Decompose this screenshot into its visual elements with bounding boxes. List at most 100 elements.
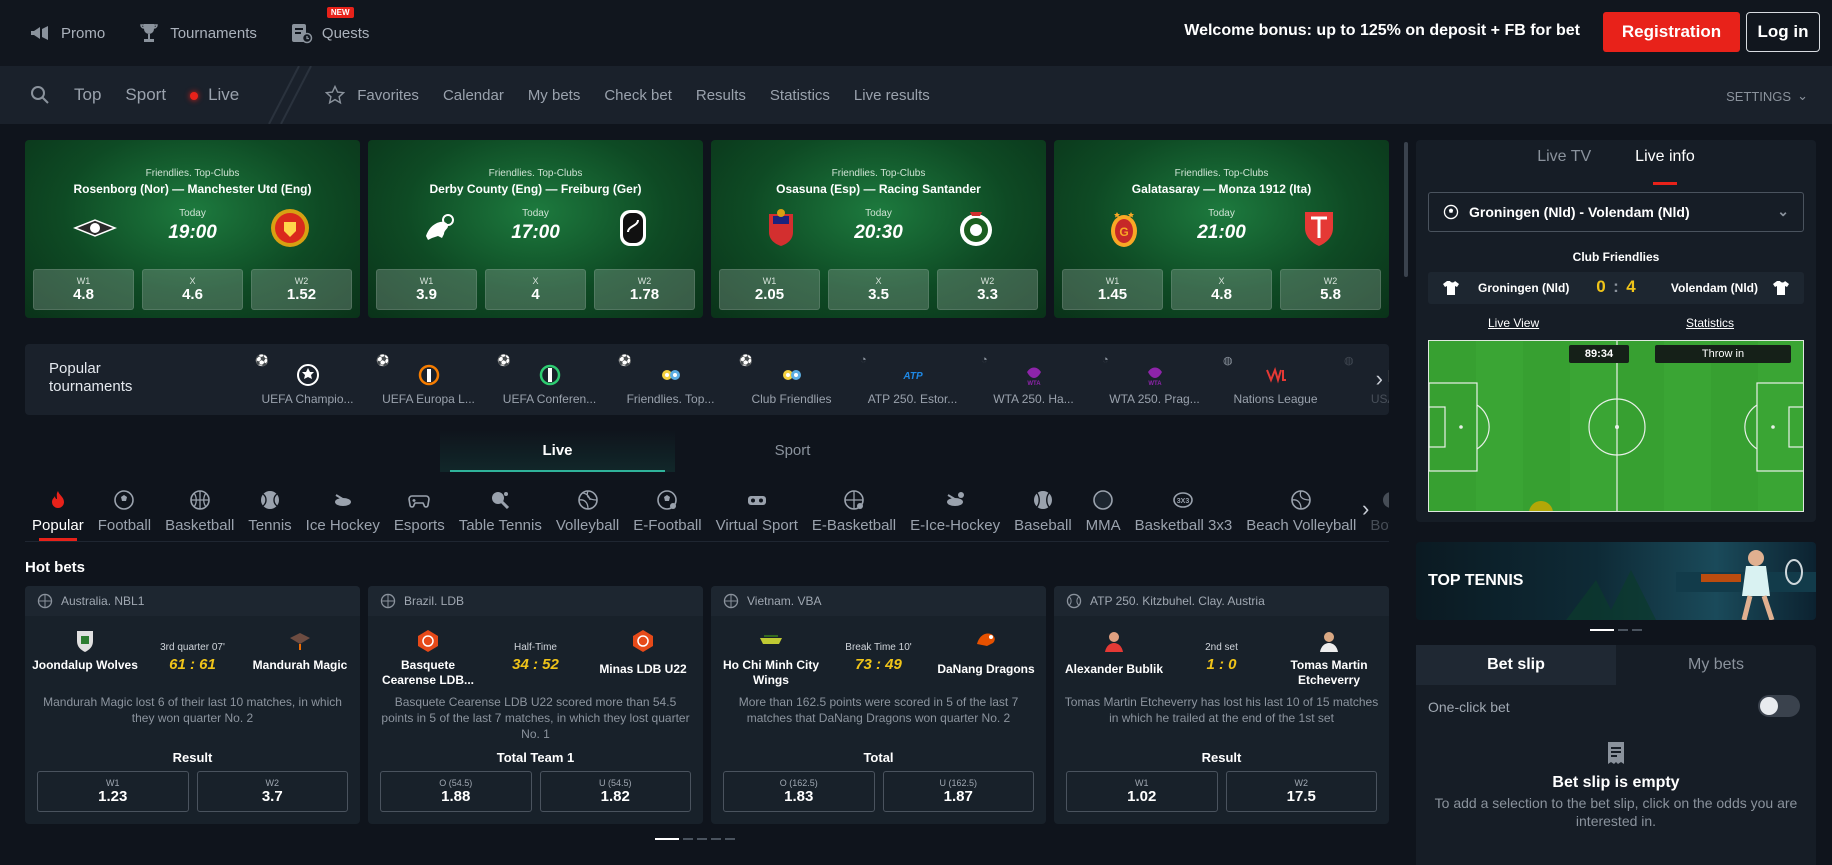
page-dot[interactable] — [697, 838, 707, 840]
odds-x-button[interactable]: X4 — [485, 269, 586, 310]
featured-match-card[interactable]: Friendlies. Top-Clubs Derby County (Eng)… — [368, 140, 703, 318]
nav-sport[interactable]: Sport — [125, 85, 166, 105]
odds-w1-button[interactable]: W1 3.9 — [376, 269, 477, 310]
tournament-item[interactable]: ⚽ UEFA Europa L... — [368, 344, 489, 415]
odds-button[interactable]: U (54.5) 1.82 — [539, 771, 691, 812]
odds-x-button[interactable]: X 4.6 — [142, 269, 243, 310]
tab-my-bets[interactable]: My bets — [1616, 645, 1816, 685]
odds-button[interactable]: W2 3.7 — [196, 771, 348, 812]
sport-tab-e-ice-hockey[interactable]: E-Ice-Hockey — [903, 484, 1007, 541]
sport-tab-basketball[interactable]: Basketball — [158, 484, 241, 541]
page-dot[interactable] — [711, 838, 721, 840]
welcome-bonus-text[interactable]: Welcome bonus: up to 125% on deposit + F… — [1184, 22, 1580, 40]
tab-bet-slip[interactable]: Bet slip — [1416, 645, 1616, 685]
sport-tab-ice-hockey[interactable]: Ice Hockey — [299, 484, 387, 541]
odds-button[interactable]: O (162.5) 1.83 — [723, 771, 875, 812]
odds-w1-button[interactable]: W1 1.45 — [1062, 269, 1163, 310]
statistics-link[interactable]: Statistics — [1686, 316, 1734, 330]
nav-results[interactable]: Results — [696, 87, 746, 104]
hot-bet-card[interactable]: ATP 250. Kitzbuhel. Clay. Austria Alexan… — [1054, 586, 1389, 824]
sport-tab-mma[interactable]: MMA — [1079, 484, 1128, 541]
odds-w2-button[interactable]: W2 3.3 — [937, 269, 1038, 310]
featured-match-card[interactable]: Friendlies. Top-Clubs Rosenborg (Nor) — … — [25, 140, 360, 318]
nav-top[interactable]: Top — [74, 85, 101, 105]
odds-label: W2 — [980, 276, 995, 286]
odds-w2-button[interactable]: W2 5.8 — [1280, 269, 1381, 310]
nav-calendar[interactable]: Calendar — [443, 87, 504, 104]
tournament-name: Friendlies. Top... — [626, 392, 715, 406]
odds-label: W1 — [1135, 778, 1149, 788]
login-button[interactable]: Log in — [1746, 12, 1820, 52]
sport-tab-e-basketball[interactable]: E-Basketball — [805, 484, 903, 541]
registration-button[interactable]: Registration — [1603, 12, 1740, 52]
sport-tab-e-football[interactable]: E-Football — [626, 484, 708, 541]
featured-match-card[interactable]: Friendlies. Top-Clubs Osasuna (Esp) — Ra… — [711, 140, 1046, 318]
sport-tab-virtual-sport[interactable]: Virtual Sport — [709, 484, 805, 541]
nav-check-bet[interactable]: Check bet — [604, 87, 672, 104]
sport-label: MMA — [1085, 517, 1121, 534]
top-tennis-banner[interactable]: TOP TENNIS — [1416, 542, 1816, 620]
nav-favorites[interactable]: Favorites — [357, 87, 419, 104]
sport-tab-football[interactable]: Football — [91, 484, 158, 541]
odds-button[interactable]: W1 1.23 — [37, 771, 189, 812]
search-icon[interactable] — [30, 85, 50, 105]
hot-bets: Australia. NBL1 Joondalup Wolves 3rd qua… — [25, 586, 1389, 824]
live-view-link[interactable]: Live View — [1488, 316, 1539, 330]
page-dot[interactable] — [1632, 629, 1642, 631]
page-dot[interactable] — [1618, 629, 1628, 631]
match-select[interactable]: Groningen (Nld) - Volendam (Nld) ⌄ — [1428, 192, 1804, 232]
tournament-item[interactable]: ⚽ UEFA Champio... — [247, 344, 368, 415]
settings-button[interactable]: SETTINGS ⌄ — [1726, 88, 1808, 104]
nav-my-bets[interactable]: My bets — [528, 87, 581, 104]
scrollbar-thumb[interactable] — [1404, 142, 1408, 277]
one-click-bet-toggle[interactable] — [1758, 695, 1800, 717]
nav-live[interactable]: Live — [190, 85, 239, 105]
odds-button[interactable]: W1 1.02 — [1066, 771, 1218, 812]
sport-tab-beach-volleyball[interactable]: Beach Volleyball — [1239, 484, 1363, 541]
sport-tab-basketball-3x3[interactable]: 3X3 Basketball 3x3 — [1128, 484, 1240, 541]
page-dot[interactable] — [683, 838, 693, 840]
star-icon[interactable] — [325, 85, 346, 105]
sport-tab-baseball[interactable]: Baseball — [1007, 484, 1079, 541]
odds-button[interactable]: U (162.5) 1.87 — [882, 771, 1034, 812]
odds-w1-button[interactable]: W1 4.8 — [33, 269, 134, 310]
page-dot[interactable] — [655, 838, 679, 840]
odds-w2-button[interactable]: W2 1.78 — [594, 269, 695, 310]
sport-tab-volleyball[interactable]: Volleyball — [549, 484, 626, 541]
sport-tab-tennis[interactable]: Tennis — [241, 484, 298, 541]
tournament-item[interactable]: ⚽ Club Friendlies — [731, 344, 852, 415]
odds-w2-button[interactable]: W2 1.52 — [251, 269, 352, 310]
page-dot[interactable] — [1590, 629, 1614, 631]
page-dot[interactable] — [725, 838, 735, 840]
hot-bet-card[interactable]: Brazil. LDB Basquete Cearense LDB... Hal… — [368, 586, 703, 824]
nav-live-results[interactable]: Live results — [854, 87, 930, 104]
featured-match-card[interactable]: Friendlies. Top-Clubs Galatasaray — Monz… — [1054, 140, 1389, 318]
tournament-item[interactable]: ⚽ Friendlies. Top... — [610, 344, 731, 415]
sport-tab-popular[interactable]: Popular — [25, 484, 91, 541]
tournament-item[interactable]: ◔ WTA WTA 250. Ha... — [973, 344, 1094, 415]
hot-bet-card[interactable]: Australia. NBL1 Joondalup Wolves 3rd qua… — [25, 586, 360, 824]
odds-x-button[interactable]: X 4.8 — [1171, 269, 1272, 310]
odds-button[interactable]: W2 17.5 — [1225, 771, 1377, 812]
sport-tab-esports[interactable]: Esports — [387, 484, 452, 541]
hot-bet-card[interactable]: Vietnam. VBA Ho Chi Minh City Wings Brea… — [711, 586, 1046, 824]
nav-quests[interactable]: Quests NEW — [289, 7, 369, 45]
sport-tab-table-tennis[interactable]: Table Tennis — [452, 484, 549, 541]
odds-w1-button[interactable]: W1 2.05 — [719, 269, 820, 310]
live-panel-tabs: Live TV Live info — [1416, 148, 1816, 185]
chevron-right-icon[interactable]: › — [1362, 496, 1369, 522]
tournament-item[interactable]: ◔ WTA WTA 250. Prag... — [1094, 344, 1215, 415]
tournament-item[interactable]: ◔ ATP ATP 250. Estor... — [852, 344, 973, 415]
tab-sport[interactable]: Sport — [675, 430, 910, 472]
tab-live[interactable]: Live — [440, 430, 675, 472]
odds-x-button[interactable]: X 3.5 — [828, 269, 929, 310]
nav-statistics[interactable]: Statistics — [770, 87, 830, 104]
tab-live-info[interactable]: Live info — [1635, 148, 1695, 185]
nav-promo[interactable]: Promo — [28, 21, 105, 45]
nav-tournaments[interactable]: Tournaments — [137, 21, 257, 45]
tournament-item[interactable]: ◍ Nations League — [1215, 344, 1336, 415]
chevron-right-icon[interactable]: › — [1376, 366, 1383, 392]
tab-live-tv[interactable]: Live TV — [1537, 148, 1591, 180]
odds-button[interactable]: O (54.5) 1.88 — [380, 771, 532, 812]
tournament-item[interactable]: ⚽ UEFA Conferen... — [489, 344, 610, 415]
